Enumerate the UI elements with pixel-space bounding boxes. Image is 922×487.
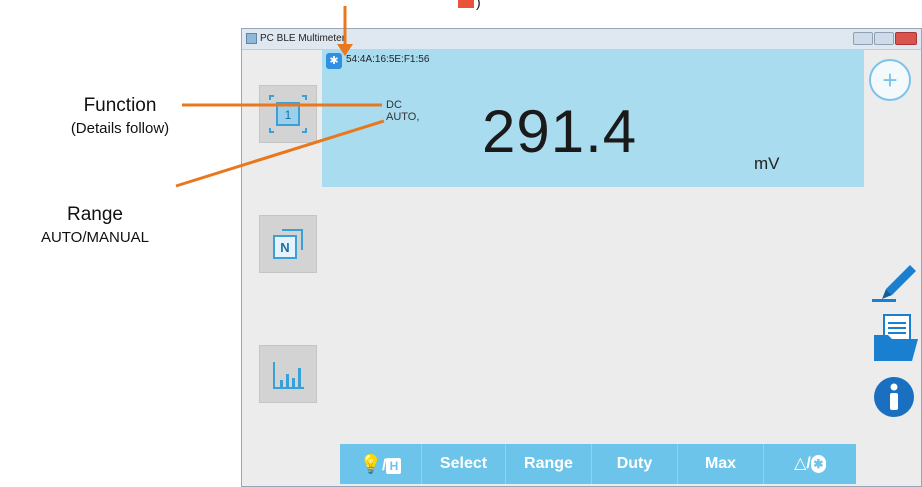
annotation-lines	[175, 6, 385, 188]
